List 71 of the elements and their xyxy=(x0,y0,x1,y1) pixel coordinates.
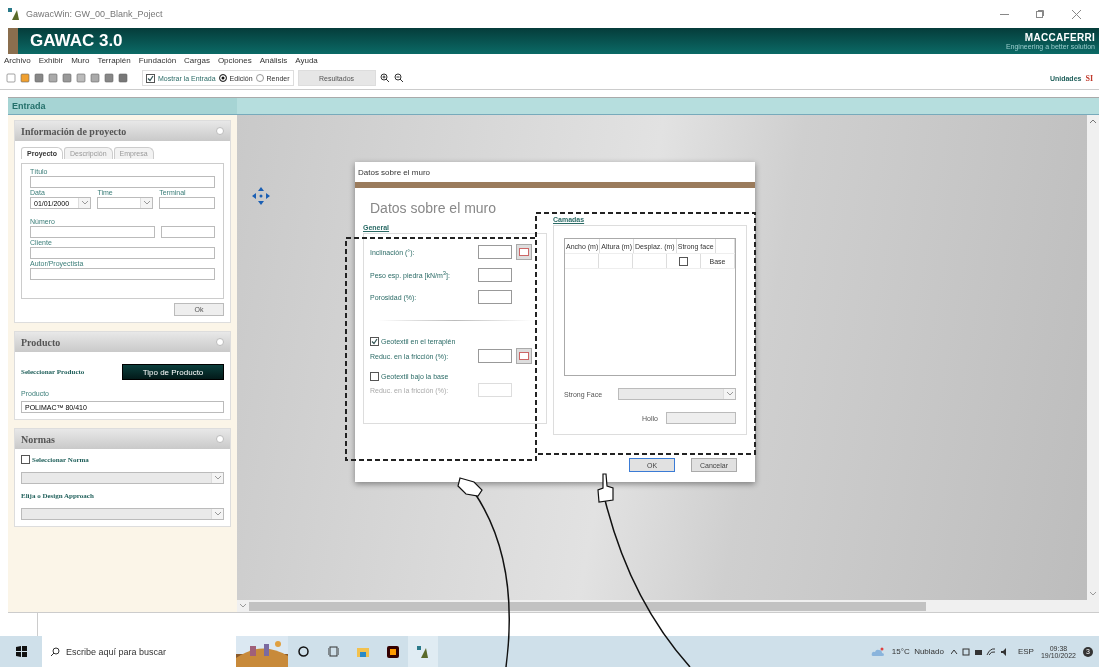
language-indicator[interactable]: ESP xyxy=(1017,647,1034,656)
move-icon[interactable] xyxy=(250,185,272,207)
input-field[interactable] xyxy=(30,176,215,188)
checkbox[interactable] xyxy=(679,256,688,266)
dialog-heading: Datos sobre el muro xyxy=(369,199,498,216)
approach-dropdown[interactable] xyxy=(21,508,224,520)
input-field[interactable] xyxy=(30,268,215,280)
radio-button[interactable] xyxy=(255,74,264,82)
app-icon xyxy=(8,8,20,20)
zoom-in-icon[interactable] xyxy=(379,73,390,83)
input-field[interactable] xyxy=(478,245,512,259)
search-field[interactable]: Escribe aquí para buscar xyxy=(42,636,236,667)
window-title: GawacWin: GW_00_Blank_Poject xyxy=(26,9,164,19)
input-field[interactable] xyxy=(478,290,512,304)
panel-title: Información de proyecto xyxy=(21,125,127,137)
chevron-down-icon xyxy=(240,604,246,608)
weather-text[interactable]: 15°C Nublado xyxy=(891,647,944,656)
chevron-up-icon xyxy=(1090,119,1096,123)
input-field[interactable] xyxy=(478,349,512,363)
app-title: GAWAC 3.0 xyxy=(30,31,124,51)
chevron-down-icon xyxy=(726,392,733,396)
dialog-title: Datos sobre el muro xyxy=(358,167,431,177)
zoom-out-icon[interactable] xyxy=(393,73,404,83)
vertical-scrollbar[interactable] xyxy=(1087,115,1099,600)
menu-item[interactable]: Terraplén xyxy=(97,56,131,65)
chevron-down-icon xyxy=(1090,592,1096,596)
menu-item[interactable]: Ayuda xyxy=(295,56,318,65)
input-field[interactable] xyxy=(30,226,155,238)
checkbox[interactable] xyxy=(21,455,30,464)
windows-icon xyxy=(15,646,27,657)
table-icon xyxy=(519,248,529,256)
input-field[interactable] xyxy=(30,247,215,259)
menu-item[interactable]: Análisis xyxy=(259,56,288,65)
menu-item[interactable]: Muro xyxy=(71,56,90,65)
chevron-down-icon xyxy=(143,201,150,205)
edit-button[interactable] xyxy=(516,348,532,364)
horizontal-scrollbar[interactable] xyxy=(237,600,1099,612)
strong-face-dropdown[interactable] xyxy=(618,388,736,400)
input-field[interactable] xyxy=(478,268,512,282)
radio-button[interactable] xyxy=(218,74,227,82)
menu-item[interactable]: Opciones xyxy=(217,56,252,65)
minimize-icon[interactable] xyxy=(999,13,1009,15)
panel-title: Producto xyxy=(21,336,61,348)
section-header: Entrada xyxy=(8,98,237,114)
collapse-icon[interactable] xyxy=(216,338,224,346)
input-field[interactable] xyxy=(159,197,215,209)
table-icon xyxy=(519,352,529,360)
search-icon xyxy=(50,646,60,657)
panel-title: Normas xyxy=(21,433,55,445)
cloud-icon xyxy=(870,646,885,657)
collapse-icon[interactable] xyxy=(216,435,224,443)
brand-name: MACCAFERRI xyxy=(1024,32,1095,43)
checkbox[interactable] xyxy=(370,337,379,346)
restore-icon[interactable] xyxy=(1036,10,1044,18)
checkbox[interactable] xyxy=(146,73,155,83)
input-field[interactable] xyxy=(160,226,215,238)
menu-item[interactable]: Archivo xyxy=(4,56,31,65)
product-type-button[interactable]: Tipo de Producto xyxy=(122,364,224,380)
time-dropdown[interactable] xyxy=(97,197,154,209)
menu-item[interactable]: Cargas xyxy=(184,56,210,65)
chevron-down-icon xyxy=(214,512,221,516)
menu-item[interactable]: Fundación xyxy=(138,56,177,65)
units-value[interactable]: SI xyxy=(1085,73,1093,83)
collapse-icon[interactable] xyxy=(216,127,224,135)
input-field[interactable] xyxy=(666,412,736,424)
edit-button[interactable] xyxy=(516,244,532,260)
chevron-down-icon xyxy=(214,476,221,480)
menu-item[interactable]: Exhibir xyxy=(38,56,64,65)
chevron-down-icon xyxy=(81,201,88,205)
norm-dropdown[interactable] xyxy=(21,472,224,484)
close-icon[interactable] xyxy=(1071,9,1081,19)
